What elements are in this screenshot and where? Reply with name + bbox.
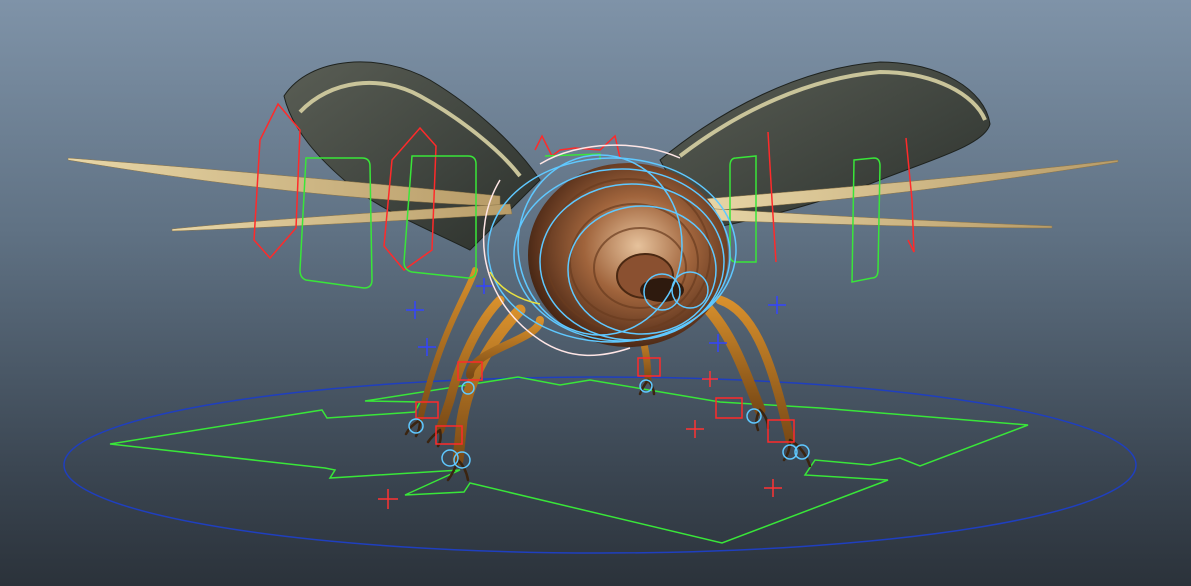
pivot-locators[interactable]: [378, 371, 782, 509]
pivot-locator-left[interactable]: [378, 489, 398, 509]
locator-left-inner[interactable]: [476, 278, 492, 294]
pivot-ring-white-2[interactable]: [539, 144, 681, 165]
pivot-locator-right-mid[interactable]: [686, 420, 704, 438]
root-control-circle[interactable]: [63, 376, 1137, 554]
beetle-body: [528, 163, 728, 347]
foot-control-mid-right[interactable]: [746, 408, 762, 424]
wing-membrane-right-lower: [697, 207, 1053, 229]
leg-ik-control-mid-right[interactable]: [715, 397, 743, 419]
locator-right-upper[interactable]: [768, 296, 786, 314]
scene-canvas[interactable]: [0, 0, 1191, 586]
leg-mid-right: [715, 295, 795, 445]
pivot-locator-right-low[interactable]: [764, 479, 782, 497]
ground-arrow-control[interactable]: [109, 376, 1029, 544]
locator-left-upper[interactable]: [406, 301, 424, 319]
leg-mid-left: [452, 304, 526, 466]
locator-left-lower[interactable]: [418, 338, 436, 356]
3d-viewport[interactable]: [0, 0, 1191, 586]
pivot-locator-center[interactable]: [702, 371, 718, 387]
leg-front-right: [694, 294, 766, 416]
